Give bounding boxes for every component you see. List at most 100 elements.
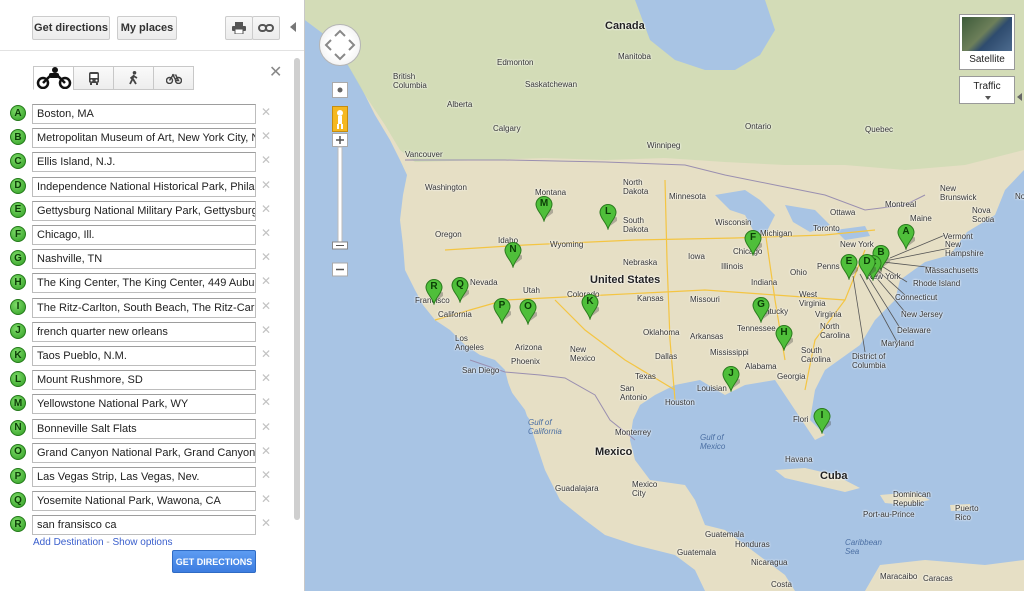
destination-input[interactable]: Nashville, TN: [32, 249, 256, 270]
map-pin-a[interactable]: A: [897, 224, 915, 250]
destination-row: B Metropolitan Museum of Art, New York Ci…: [10, 128, 278, 149]
marker-icon: M: [10, 395, 26, 412]
destination-input[interactable]: Bonneville Salt Flats: [32, 418, 256, 439]
remove-destination-icon[interactable]: ✕: [261, 395, 271, 409]
remove-destination-icon[interactable]: ✕: [261, 250, 271, 264]
collapse-panel-icon[interactable]: [288, 20, 298, 34]
remove-destination-icon[interactable]: ✕: [261, 468, 271, 482]
map-pin-r[interactable]: R: [425, 279, 443, 305]
map-label-ottawa: Ottawa: [830, 208, 856, 217]
get-directions-tab[interactable]: Get directions: [32, 16, 110, 40]
destination-input[interactable]: Chicago, Ill.: [32, 225, 256, 245]
remove-destination-icon[interactable]: ✕: [261, 516, 271, 530]
traffic-toggle[interactable]: Traffic: [959, 76, 1015, 104]
map-pin-letter: A: [902, 226, 910, 237]
link-button[interactable]: [252, 16, 280, 40]
map-label-sd: South Dakota: [623, 216, 649, 234]
map-pin-l[interactable]: L: [599, 204, 617, 230]
marker-icon: R: [10, 516, 26, 533]
remove-destination-icon[interactable]: ✕: [261, 347, 271, 361]
mode-bicycling[interactable]: [153, 66, 194, 90]
map-pin-letter: E: [845, 256, 853, 267]
map-pin-h[interactable]: H: [775, 325, 793, 351]
close-icon[interactable]: ✕: [269, 62, 282, 82]
destination-input[interactable]: Boston, MA: [32, 104, 256, 124]
remove-destination-icon[interactable]: ✕: [261, 178, 271, 192]
remove-destination-icon[interactable]: ✕: [261, 420, 271, 434]
remove-destination-icon[interactable]: ✕: [261, 129, 271, 143]
destination-input[interactable]: Mount Rushmore, SD: [32, 370, 256, 391]
remove-destination-icon[interactable]: ✕: [261, 274, 271, 288]
map-pin-k[interactable]: K: [581, 294, 599, 320]
map-pin-letter: H: [780, 327, 788, 338]
remove-destination-icon[interactable]: ✕: [261, 323, 271, 337]
destination-input[interactable]: Grand Canyon National Park, Grand Canyon…: [32, 442, 256, 463]
remove-destination-icon[interactable]: ✕: [261, 105, 271, 119]
destination-input[interactable]: Las Vegas Strip, Las Vegas, Nev.: [32, 467, 256, 487]
my-places-tab[interactable]: My places: [117, 16, 177, 40]
remove-destination-icon[interactable]: ✕: [261, 202, 271, 216]
destination-input[interactable]: Ellis Island, N.J.: [32, 152, 256, 173]
destination-row: Q Yosemite National Park, Wawona, CA ✕: [10, 491, 278, 512]
map-label-nh: New Hampshire: [945, 240, 984, 258]
map-pin-j[interactable]: J: [722, 366, 740, 392]
destination-input[interactable]: french quarter new orleans: [32, 321, 256, 342]
destination-input[interactable]: Yellowstone National Park, WY: [32, 394, 256, 415]
map-label-illinois: Illinois: [721, 262, 744, 271]
destination-input[interactable]: Yosemite National Park, Wawona, CA: [32, 491, 256, 512]
map-pin-e[interactable]: E: [840, 254, 858, 280]
mode-walking[interactable]: [113, 66, 154, 90]
map-pin-n[interactable]: N: [504, 242, 522, 268]
map-label-houston: Houston: [665, 398, 695, 407]
mode-driving[interactable]: [33, 66, 74, 90]
map-pin-letter: D: [863, 256, 871, 267]
mode-transit[interactable]: [73, 66, 114, 90]
map-label-portauprince: Port-au-Prince: [863, 510, 915, 519]
map-label-us: United States: [590, 274, 661, 286]
destination-row: F Chicago, Ill. ✕: [10, 225, 278, 245]
map-pin-letter: L: [604, 206, 612, 217]
destination-input[interactable]: The Ritz-Carlton, South Beach, The Ritz-…: [32, 297, 256, 318]
destination-input[interactable]: san fransisco ca: [32, 515, 256, 536]
scrollbar-thumb[interactable]: [294, 58, 300, 520]
map-label-canada: Canada: [605, 20, 645, 32]
destination-input[interactable]: The King Center, The King Center, 449 Au…: [32, 273, 256, 294]
pegman-icon[interactable]: [332, 106, 348, 132]
add-destination-link[interactable]: Add Destination: [33, 537, 104, 548]
destination-input[interactable]: Gettysburg National Military Park, Getty…: [32, 200, 256, 221]
remove-destination-icon[interactable]: ✕: [261, 371, 271, 385]
reset-view-icon[interactable]: [332, 82, 348, 98]
pan-control[interactable]: [319, 24, 361, 66]
print-button[interactable]: [225, 16, 253, 40]
remove-destination-icon[interactable]: ✕: [261, 492, 271, 506]
map-pin-f[interactable]: F: [744, 230, 762, 256]
map-label-quebec: Quebec: [865, 125, 894, 134]
remove-destination-icon[interactable]: ✕: [261, 444, 271, 458]
map-label-nb: New Brunswick: [940, 184, 977, 202]
directions-panel: Get directions My places ✕ A Boston, MA …: [0, 0, 305, 591]
remove-destination-icon[interactable]: ✕: [261, 153, 271, 167]
destination-input[interactable]: Metropolitan Museum of Art, New York Cit…: [32, 128, 256, 149]
remove-destination-icon[interactable]: ✕: [261, 299, 271, 313]
map-pin-i[interactable]: I: [813, 408, 831, 434]
map-pin-d[interactable]: D: [858, 254, 876, 280]
destination-input[interactable]: Taos Pueblo, N.M.: [32, 346, 256, 366]
get-directions-button[interactable]: GET DIRECTIONS: [172, 550, 256, 573]
map-label-bc: British Columbia: [393, 72, 427, 90]
map-pin-g[interactable]: G: [752, 297, 770, 323]
zoom-slider[interactable]: [332, 133, 348, 277]
map-pin-p[interactable]: P: [493, 298, 511, 324]
map-label-phoenix: Phoenix: [511, 357, 540, 366]
satellite-toggle[interactable]: Satellite: [959, 14, 1015, 70]
destination-row: Rsan fransisco ca ✕: [10, 515, 278, 536]
remove-destination-icon[interactable]: ✕: [261, 226, 271, 240]
map-pin-m[interactable]: M: [535, 196, 553, 222]
scroll-left-icon[interactable]: [1015, 90, 1024, 104]
show-options-link[interactable]: Show options: [113, 537, 173, 548]
destination-input[interactable]: Independence National Historical Park, P…: [32, 176, 256, 197]
map-pin-q[interactable]: Q: [451, 277, 469, 303]
map-pin-letter: P: [498, 300, 506, 311]
map-view[interactable]: Canada United States Mexico Cuba British Col…: [305, 0, 1024, 591]
map-label-mass: Massachusetts: [925, 266, 979, 275]
map-pin-o[interactable]: O: [519, 299, 537, 325]
